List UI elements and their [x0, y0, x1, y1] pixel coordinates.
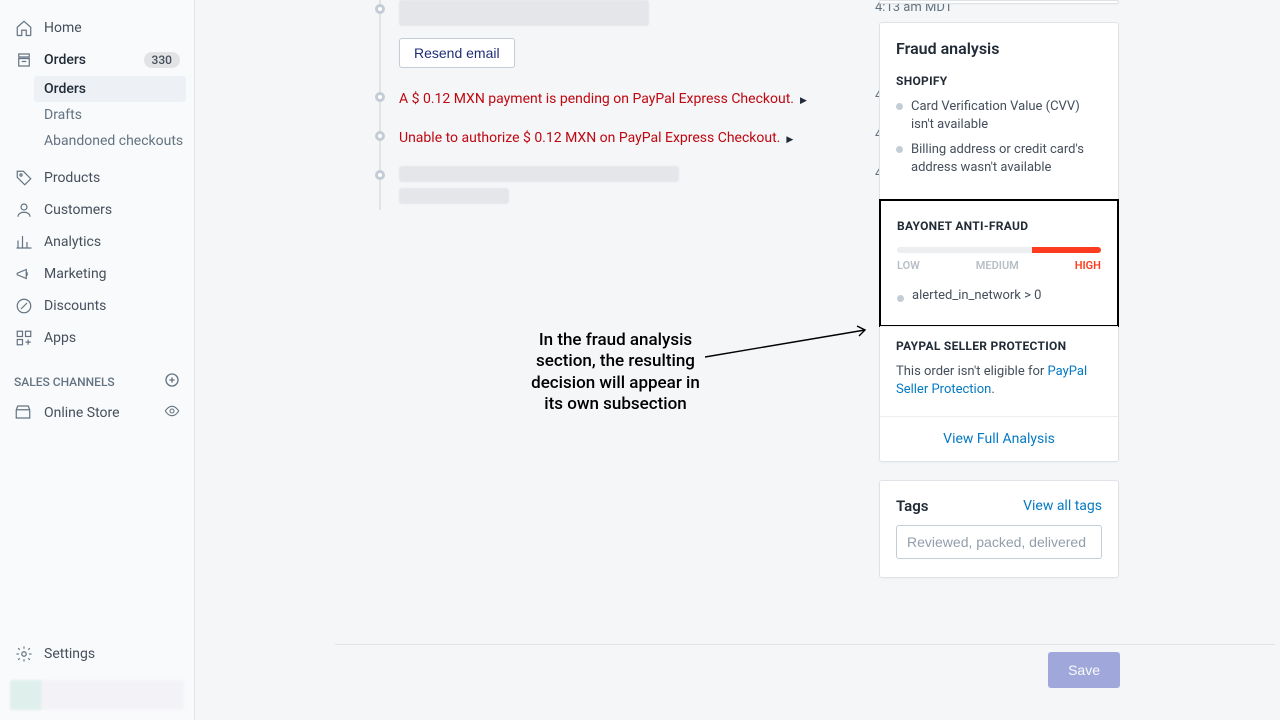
nav-settings[interactable]: Settings [0, 634, 194, 674]
nav-settings-label: Settings [44, 646, 95, 662]
orders-icon [14, 50, 34, 70]
risk-high: HIGH [1075, 259, 1101, 272]
footer-divider [335, 644, 1275, 645]
subnav-orders[interactable]: Orders [34, 76, 186, 102]
risk-meter [897, 247, 1101, 253]
megaphone-icon [14, 264, 34, 284]
chevron-right-icon: ▶ [786, 135, 793, 145]
nav-analytics[interactable]: Analytics [0, 226, 194, 258]
apps-icon [14, 328, 34, 348]
tags-title: Tags [896, 497, 929, 515]
risk-scale: LOW MEDIUM HIGH [897, 259, 1101, 272]
right-column: Fraud analysis SHOPIFY Card Verification… [879, 0, 1119, 596]
timeline-error-payment-pending[interactable]: A $ 0.12 MXN payment is pending on PayPa… [399, 91, 807, 107]
orders-badge: 330 [144, 52, 180, 68]
store-icon [14, 403, 34, 423]
nav-customers-label: Customers [44, 202, 112, 218]
customer-icon [14, 200, 34, 220]
nav-home[interactable]: Home [0, 12, 194, 44]
paypal-section-label: PAYPAL SELLER PROTECTION [896, 339, 1102, 353]
nav-apps-label: Apps [44, 330, 76, 346]
main-content: 4:13 am MDT Resend email A $ 0.12 MXN pa… [195, 0, 1280, 720]
timeline-dot [375, 131, 385, 141]
analytics-icon [14, 232, 34, 252]
tags-input[interactable] [896, 525, 1102, 559]
nav-home-label: Home [44, 20, 82, 36]
sales-channels-label: SALES CHANNELS [14, 375, 115, 389]
discount-icon [14, 296, 34, 316]
nav-analytics-label: Analytics [44, 234, 101, 250]
subnav-drafts[interactable]: Drafts [44, 102, 194, 128]
timeline-entry-redacted [399, 166, 679, 182]
tag-icon [14, 168, 34, 188]
risk-medium: MEDIUM [976, 259, 1019, 272]
shopify-risk-item: Card Verification Value (CVV) isn't avai… [896, 98, 1102, 133]
home-icon [14, 18, 34, 38]
nav-orders-label: Orders [44, 52, 86, 68]
nav-products[interactable]: Products [0, 162, 194, 194]
add-channel-icon[interactable] [164, 372, 180, 391]
nav-customers[interactable]: Customers [0, 194, 194, 226]
timeline-entry-redacted [399, 0, 649, 26]
order-timeline: 4:13 am MDT Resend email A $ 0.12 MXN pa… [375, 0, 875, 218]
shopify-section-label: SHOPIFY [896, 74, 1102, 88]
nav-online-store-label: Online Store [44, 405, 120, 421]
nav-marketing-label: Marketing [44, 266, 107, 282]
paypal-protection-text: This order isn't eligible for PayPal Sel… [896, 363, 1102, 399]
nav-online-store[interactable]: Online Store [0, 397, 194, 429]
sidebar: Home Orders 330 Orders Drafts Abandoned … [0, 0, 195, 720]
resend-email-button[interactable]: Resend email [399, 38, 515, 68]
timeline-entry-redacted [399, 188, 509, 204]
shopify-risk-list: Card Verification Value (CVV) isn't avai… [896, 98, 1102, 176]
annotation-callout: In the fraud analysis section, the resul… [523, 330, 708, 415]
bayonet-rule: alerted_in_network > 0 [897, 288, 1101, 303]
nav-discounts[interactable]: Discounts [0, 290, 194, 322]
store-badge-redacted [10, 680, 184, 710]
nav-products-label: Products [44, 170, 100, 186]
save-button[interactable]: Save [1048, 652, 1120, 688]
nav-discounts-label: Discounts [44, 298, 106, 314]
nav-marketing[interactable]: Marketing [0, 258, 194, 290]
gear-icon [14, 644, 34, 664]
view-store-icon[interactable] [164, 403, 180, 423]
nav-orders[interactable]: Orders 330 [0, 44, 194, 76]
view-full-analysis-link[interactable]: View Full Analysis [880, 416, 1118, 461]
annotation-arrow [705, 322, 875, 362]
timeline-dot [375, 170, 385, 180]
fraud-analysis-card: Fraud analysis SHOPIFY Card Verification… [879, 22, 1119, 462]
timeline-dot [375, 4, 385, 14]
chevron-right-icon: ▶ [800, 96, 807, 106]
timeline-error-authorize-failed[interactable]: Unable to authorize $ 0.12 MXN on PayPal… [399, 130, 793, 146]
shopify-risk-item: Billing address or credit card's address… [896, 141, 1102, 176]
nav-apps[interactable]: Apps [0, 322, 194, 354]
tags-card: Tags View all tags [879, 480, 1119, 578]
view-all-tags-link[interactable]: View all tags [1023, 498, 1102, 514]
fraud-title: Fraud analysis [896, 39, 1102, 58]
subnav-abandoned[interactable]: Abandoned checkouts [44, 128, 194, 154]
orders-subnav: Orders Drafts Abandoned checkouts [0, 76, 194, 154]
risk-low: LOW [897, 259, 920, 272]
bayonet-section: BAYONET ANTI-FRAUD LOW MEDIUM HIGH alert… [879, 199, 1119, 327]
card-stub [879, 0, 1119, 4]
bayonet-label: BAYONET ANTI-FRAUD [897, 219, 1101, 233]
timeline-dot [375, 92, 385, 102]
